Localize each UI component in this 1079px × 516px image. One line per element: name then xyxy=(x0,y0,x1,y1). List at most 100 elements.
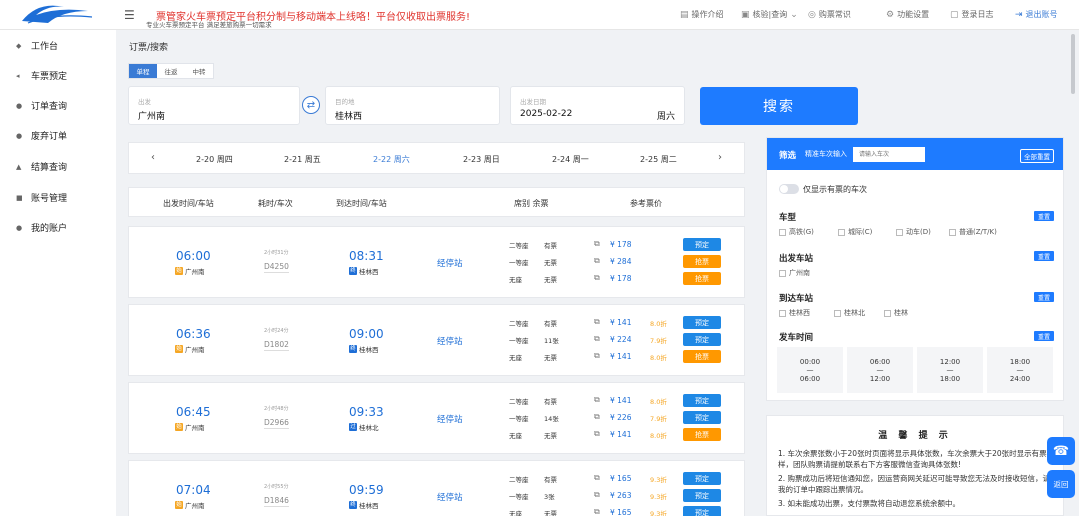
time-range-option[interactable]: 00:00—06:00 xyxy=(777,347,843,393)
scrollbar[interactable] xyxy=(1071,34,1075,94)
train-row[interactable]: 06:36 始广州南 2小时24分 D1802 09:00 终桂林西 经停站 二等座 有票 ⧉ ¥ … xyxy=(128,304,745,376)
stops-link[interactable]: 经停站 xyxy=(437,413,463,425)
sidebar-item-orders[interactable]: ● 订单查询 xyxy=(16,99,67,113)
train-row[interactable]: 06:45 始广州南 2小时48分 D2966 09:33 过桂林北 经停站 二等座 有票 ⧉ ¥ … xyxy=(128,382,745,454)
only-available-toggle[interactable] xyxy=(779,184,799,194)
time-range-option[interactable]: 06:00—12:00 xyxy=(847,347,913,393)
checkbox-arr-station[interactable]: 桂林 xyxy=(884,308,908,318)
reset-dep-station-button[interactable]: 重置 xyxy=(1034,251,1054,261)
book-button[interactable]: 预定 xyxy=(683,489,721,502)
copy-icon[interactable]: ⧉ xyxy=(594,473,600,483)
grab-ticket-button[interactable]: 抢票 xyxy=(683,350,721,363)
train-code[interactable]: D1802 xyxy=(264,340,289,351)
brand-logo[interactable]: 票管家 xyxy=(18,3,96,27)
train-code[interactable]: D4250 xyxy=(264,262,289,273)
stops-link[interactable]: 经停站 xyxy=(437,335,463,347)
date-field[interactable]: 出发日期 2025-02-22 周六 xyxy=(510,86,685,125)
time-range-option[interactable]: 18:00—24:00 xyxy=(987,347,1053,393)
book-button[interactable]: 预定 xyxy=(683,411,721,424)
nav-knowledge[interactable]: ◎ 购票常识 xyxy=(808,9,851,20)
book-button[interactable]: 预定 xyxy=(683,472,721,485)
sidebar-item-accounts[interactable]: ■ 账号管理 xyxy=(16,191,67,205)
date-tab[interactable]: 2-25 周二 xyxy=(640,154,677,165)
checkbox-arr-station[interactable]: 桂林北 xyxy=(834,308,865,318)
date-tab[interactable]: 2-24 周一 xyxy=(552,154,589,165)
checkbox-gaotie[interactable]: 高铁(G) xyxy=(779,227,814,237)
train-row[interactable]: 06:00 始广州南 2小时31分 D4250 08:31 终桂林西 经停站 二等座 有票 ⧉ ¥ … xyxy=(128,226,745,298)
from-station-field[interactable]: 出发 广州南 xyxy=(128,86,300,125)
chevron-right-icon[interactable]: › xyxy=(718,152,722,163)
copy-icon[interactable]: ⧉ xyxy=(594,395,600,405)
book-button[interactable]: 预定 xyxy=(683,394,721,407)
tab-one-way[interactable]: 单程 xyxy=(129,64,157,78)
swap-stations-icon[interactable]: ⇄ xyxy=(302,96,320,114)
nav-guide[interactable]: ▤ 操作介绍 xyxy=(680,9,724,20)
copy-icon[interactable]: ⧉ xyxy=(594,490,600,500)
nav-login-log[interactable]: ▢ 登录日志 xyxy=(950,9,994,20)
checkbox-dep-station[interactable]: 广州南 xyxy=(779,268,810,278)
nav-settings[interactable]: ⚙ 功能设置 xyxy=(886,9,929,20)
grab-ticket-button[interactable]: 抢票 xyxy=(683,428,721,441)
copy-icon[interactable]: ⧉ xyxy=(594,317,600,327)
book-button[interactable]: 预定 xyxy=(683,506,721,516)
seat-row: 一等座 14张 ⧉ ¥ 226 7.9折 预定 xyxy=(509,411,734,424)
train-code[interactable]: D2966 xyxy=(264,418,289,429)
copy-icon[interactable]: ⧉ xyxy=(594,334,600,344)
date-value[interactable]: 2025-02-22 xyxy=(520,109,572,119)
checkbox-putong[interactable]: 普通(Z/T/K) xyxy=(949,227,997,237)
stops-link[interactable]: 经停站 xyxy=(437,257,463,269)
checkbox-arr-station[interactable]: 桂林西 xyxy=(779,308,810,318)
date-tab-active[interactable]: 2-22 周六 xyxy=(373,154,410,165)
back-button[interactable]: 返回 xyxy=(1047,470,1075,498)
sidebar-item-discarded[interactable]: ● 废弃订单 xyxy=(16,129,67,143)
to-station-field[interactable]: 目的地 桂林西 xyxy=(325,86,500,125)
grab-ticket-button[interactable]: 抢票 xyxy=(683,272,721,285)
train-number-input[interactable] xyxy=(853,147,925,162)
seat-price: ¥ 141 xyxy=(610,430,632,439)
copy-icon[interactable]: ⧉ xyxy=(594,351,600,361)
reset-dep-time-button[interactable]: 重置 xyxy=(1034,331,1054,341)
menu-toggle-icon[interactable]: ☰ xyxy=(124,8,135,22)
grab-ticket-button[interactable]: 抢票 xyxy=(683,255,721,268)
tab-round-trip[interactable]: 往返 xyxy=(157,64,185,78)
train-code[interactable]: D1846 xyxy=(264,496,289,507)
search-button[interactable]: 搜索 xyxy=(700,87,858,125)
date-tab[interactable]: 2-21 周五 xyxy=(284,154,321,165)
train-row[interactable]: 07:04 始广州南 2小时55分 D1846 09:59 终桂林西 经停站 二等座 有票 ⧉ ¥ … xyxy=(128,460,745,516)
date-tab[interactable]: 2-23 周日 xyxy=(463,154,500,165)
copy-icon[interactable]: ⧉ xyxy=(594,256,600,266)
checkbox-box xyxy=(949,228,956,236)
sidebar-item-settlement[interactable]: ▲ 结算查询 xyxy=(16,160,67,174)
date-tab[interactable]: 2-20 周四 xyxy=(196,154,233,165)
time-range-option[interactable]: 12:00—18:00 xyxy=(917,347,983,393)
book-button[interactable]: 预定 xyxy=(683,333,721,346)
copy-icon[interactable]: ⧉ xyxy=(594,273,600,283)
reset-arr-station-button[interactable]: 重置 xyxy=(1034,292,1054,302)
copy-icon[interactable]: ⧉ xyxy=(594,507,600,516)
copy-icon[interactable]: ⧉ xyxy=(594,239,600,249)
sidebar-item-my-account[interactable]: ● 我的账户 xyxy=(16,221,67,235)
reset-all-button[interactable]: 全部重置 xyxy=(1020,149,1054,163)
sidebar-item-booking[interactable]: ◂ 车票预定 xyxy=(16,69,67,83)
departure-station: 始广州南 xyxy=(175,267,205,276)
seat-row: 无座 无票 ⧉ ¥ 141 8.0折 抢票 xyxy=(509,428,734,441)
book-button[interactable]: 预定 xyxy=(683,238,721,251)
copy-icon[interactable]: ⧉ xyxy=(594,412,600,422)
reset-train-type-button[interactable]: 重置 xyxy=(1034,211,1054,221)
book-button[interactable]: 预定 xyxy=(683,316,721,329)
stops-link[interactable]: 经停站 xyxy=(437,491,463,503)
checkbox-chengji[interactable]: 城际(C) xyxy=(838,227,872,237)
seats-left: 无票 xyxy=(544,510,557,516)
nav-verify[interactable]: ▣ 核验|查询 ⌄ xyxy=(741,9,798,20)
chevron-left-icon[interactable]: ‹ xyxy=(151,152,155,163)
headset-icon[interactable]: ☎ xyxy=(1047,437,1075,465)
copy-icon[interactable]: ⧉ xyxy=(594,429,600,439)
to-value[interactable]: 桂林西 xyxy=(335,109,362,122)
checkbox-dongche[interactable]: 动车(D) xyxy=(896,227,931,237)
from-value[interactable]: 广州南 xyxy=(138,109,165,122)
duration: 2小时24分 xyxy=(264,328,289,334)
sidebar-item-dashboard[interactable]: ◆ 工作台 xyxy=(16,39,58,53)
nav-logout[interactable]: ⇥ 退出账号 xyxy=(1015,9,1058,20)
info-icon: ◎ xyxy=(808,9,816,20)
tab-transfer[interactable]: 中转 xyxy=(185,64,213,78)
